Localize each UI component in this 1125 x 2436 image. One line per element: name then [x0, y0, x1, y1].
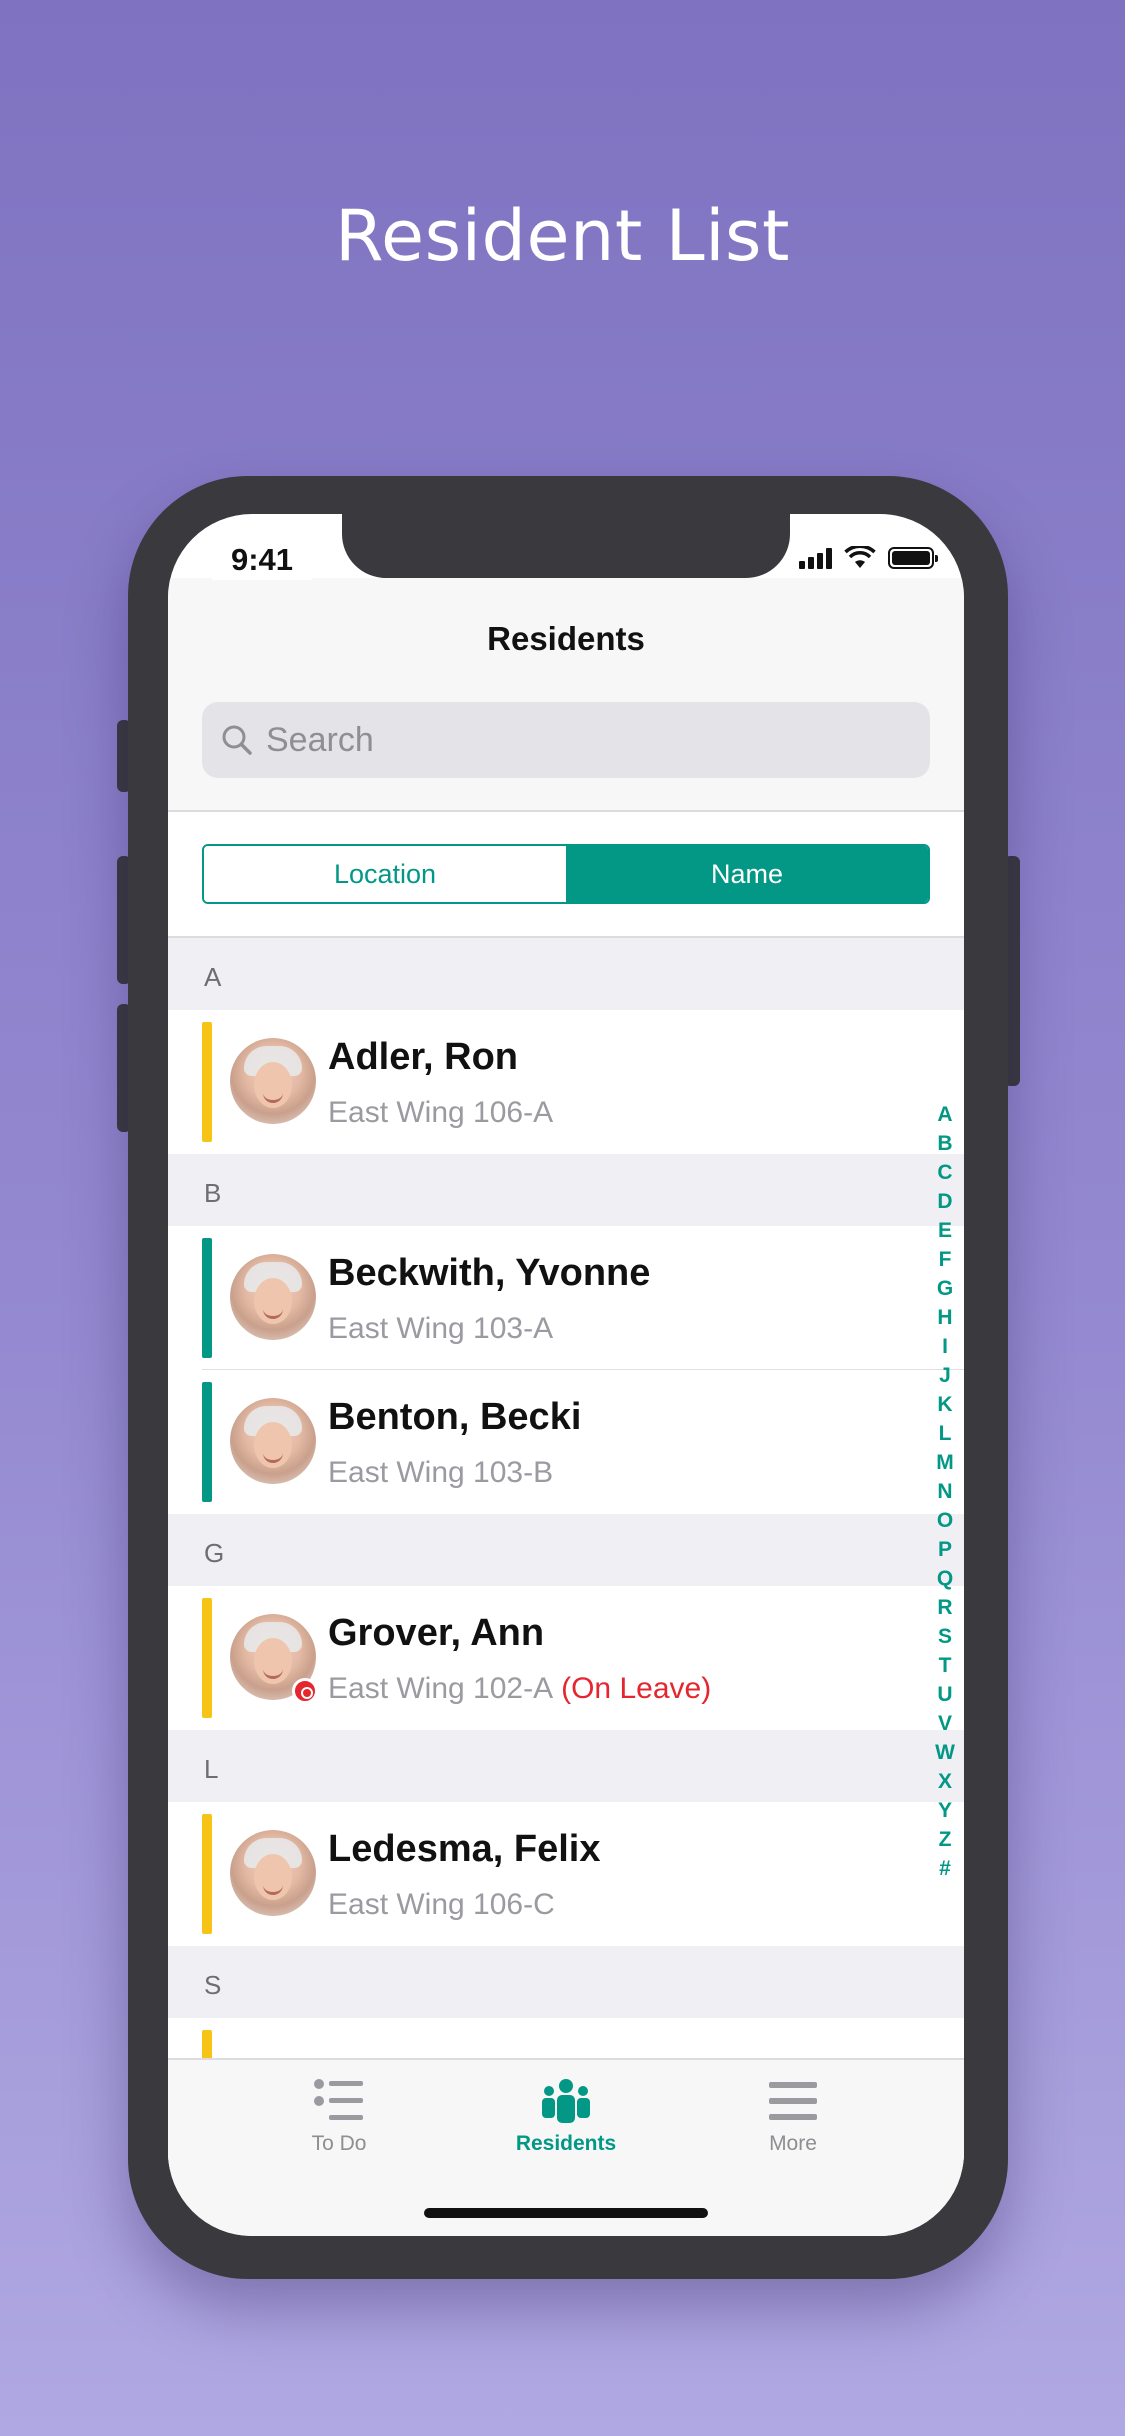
section-letter: A: [204, 962, 222, 992]
section-header-a: A: [168, 938, 964, 1010]
index-letter[interactable]: F: [939, 1245, 952, 1274]
avatar: [230, 1830, 316, 1916]
resident-row[interactable]: Beckwith, Yvonne East Wing 103-A: [168, 1226, 964, 1370]
index-letter[interactable]: X: [938, 1767, 952, 1796]
index-letter[interactable]: H: [937, 1303, 952, 1332]
status-color-bar: [202, 1382, 212, 1502]
section-letter: B: [204, 1178, 222, 1208]
tab-label: More: [769, 2132, 817, 2155]
avatar: [230, 1398, 316, 1484]
index-letter[interactable]: #: [939, 1854, 951, 1883]
index-letter[interactable]: M: [936, 1448, 954, 1477]
list-icon: [314, 2079, 363, 2120]
section-header-s: S: [168, 1946, 964, 2018]
index-letter[interactable]: J: [939, 1361, 951, 1390]
resident-location: East Wing 106-A: [328, 1096, 554, 1129]
notch: [342, 514, 790, 578]
index-letter[interactable]: C: [937, 1158, 952, 1187]
phone-screen: 9:41 Residents Search Location Name A Ad…: [168, 514, 964, 2236]
menu-icon: [769, 2082, 817, 2120]
section-header-b: B: [168, 1154, 964, 1226]
wifi-icon: [844, 546, 876, 568]
tab-to-do[interactable]: To Do: [239, 2078, 439, 2156]
resident-name: Beckwith, Yvonne: [328, 1252, 651, 1294]
index-letter[interactable]: R: [937, 1593, 952, 1622]
resident-row[interactable]: Adler, Ron East Wing 106-A: [168, 1010, 964, 1154]
resident-location: East Wing 103-B: [328, 1456, 554, 1489]
index-letter[interactable]: I: [942, 1332, 948, 1361]
index-letter[interactable]: T: [939, 1651, 952, 1680]
status-color-bar: [202, 1022, 212, 1142]
search-input[interactable]: Search: [202, 702, 930, 778]
index-letter[interactable]: B: [937, 1129, 952, 1158]
home-indicator: [424, 2208, 708, 2218]
index-letter[interactable]: S: [938, 1622, 952, 1651]
sort-segmented-control: Location Name: [202, 844, 930, 904]
residents-icon: [542, 2079, 590, 2123]
index-letter[interactable]: G: [937, 1274, 953, 1303]
section-letter: S: [204, 1970, 222, 2000]
tab-label: Residents: [515, 2132, 617, 2155]
resident-name: Ledesma, Felix: [328, 1828, 601, 1870]
tab-label: To Do: [311, 2132, 367, 2155]
index-letter[interactable]: O: [937, 1506, 953, 1535]
section-header-g: G: [168, 1514, 964, 1586]
status-color-bar: [202, 1814, 212, 1934]
section-letter: G: [204, 1538, 225, 1568]
index-letter[interactable]: L: [939, 1419, 952, 1448]
resident-location: East Wing 103-A: [328, 1312, 554, 1345]
resident-row[interactable]: Grover, Ann East Wing 102-A (On Leave): [168, 1586, 964, 1730]
status-color-bar: [202, 1238, 212, 1358]
index-letter[interactable]: Y: [938, 1796, 952, 1825]
cellular-signal-icon: [799, 547, 832, 569]
on-leave-status: (On Leave): [561, 1672, 712, 1705]
search-icon: [222, 725, 252, 755]
status-icons: [799, 546, 938, 570]
resident-name: Grover, Ann: [328, 1612, 545, 1654]
resident-location-line: East Wing 102-A (On Leave): [328, 1672, 711, 1706]
segment-name[interactable]: Name: [566, 846, 928, 902]
resident-row[interactable]: Ledesma, Felix East Wing 106-C: [168, 1802, 964, 1946]
resident-location: East Wing 102-A: [328, 1672, 554, 1705]
index-letter[interactable]: U: [937, 1680, 952, 1709]
page-title: Residents: [487, 620, 645, 657]
avatar: [230, 1038, 316, 1124]
resident-row[interactable]: Benton, Becki East Wing 103-B: [168, 1370, 964, 1514]
status-time: 9:41: [212, 540, 312, 580]
battery-icon: [888, 547, 938, 569]
promo-headline: Resident List: [335, 195, 790, 277]
status-color-bar: [202, 1598, 212, 1718]
index-letter[interactable]: E: [938, 1216, 952, 1245]
index-letter[interactable]: K: [937, 1390, 952, 1419]
index-letter[interactable]: P: [938, 1535, 952, 1564]
index-letter[interactable]: A: [937, 1100, 952, 1129]
resident-name: Benton, Becki: [328, 1396, 582, 1438]
resident-location: East Wing 106-C: [328, 1888, 555, 1921]
avatar: [230, 1254, 316, 1340]
segment-location[interactable]: Location: [204, 846, 566, 902]
index-letter[interactable]: V: [938, 1709, 952, 1738]
section-header-l: L: [168, 1730, 964, 1802]
index-letter[interactable]: D: [937, 1187, 952, 1216]
index-letter[interactable]: Q: [937, 1564, 953, 1593]
tab-more[interactable]: More: [693, 2078, 893, 2156]
resident-name: Adler, Ron: [328, 1036, 519, 1078]
resident-list: A Adler, Ron East Wing 106-A B Beckwith,…: [168, 938, 964, 2236]
alphabet-index[interactable]: A B C D E F G H I J K L M N O P Q R S T U V W X Y Z #: [930, 1100, 960, 1883]
tab-residents[interactable]: Residents: [466, 2078, 666, 2156]
search-placeholder: Search: [266, 720, 374, 759]
on-leave-badge-icon: [292, 1678, 318, 1704]
index-letter[interactable]: N: [937, 1477, 952, 1506]
section-letter: L: [204, 1754, 219, 1784]
index-letter[interactable]: W: [935, 1738, 955, 1767]
index-letter[interactable]: Z: [939, 1825, 952, 1854]
